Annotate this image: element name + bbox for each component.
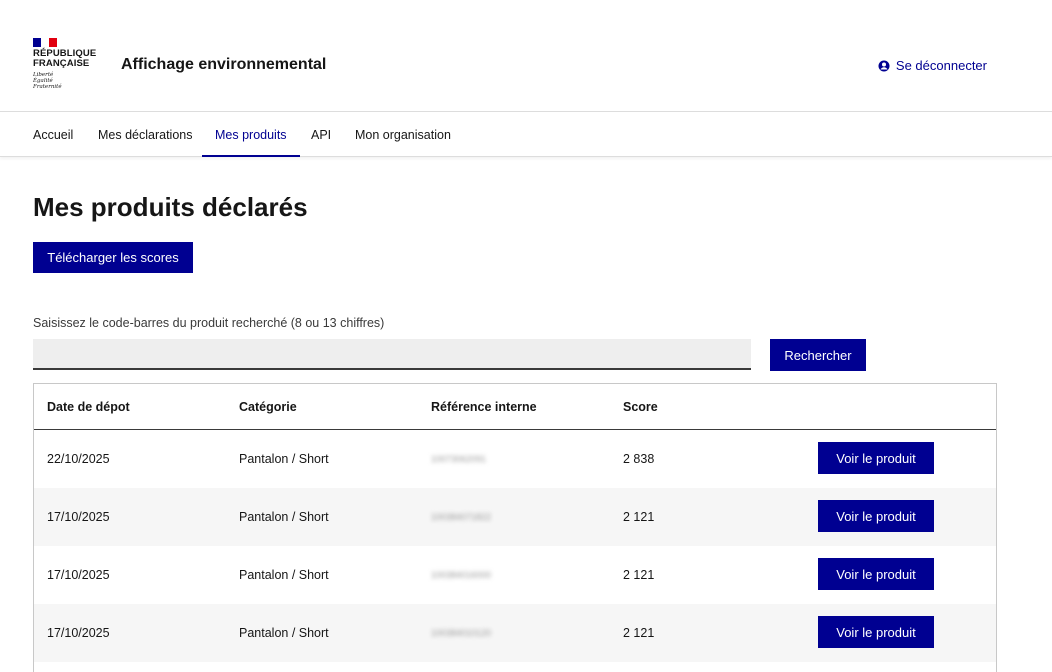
page-title: Mes produits déclarés: [33, 192, 308, 222]
row-date: 22/10/2025: [47, 452, 110, 466]
user-account-icon: [878, 60, 890, 71]
header-reference: Référence interne: [431, 399, 537, 414]
download-scores-button[interactable]: Télécharger les scores: [33, 242, 193, 273]
row-score: 2 121: [623, 568, 655, 582]
nav-item-accueil[interactable]: Accueil: [33, 113, 73, 157]
row-reference: 100384010120: [431, 628, 492, 638]
view-product-button[interactable]: Voir le produit: [818, 558, 934, 590]
table-row: 17/10/2025 Pantalon / Short 100384016000…: [34, 546, 996, 604]
row-category: Pantalon / Short: [239, 452, 329, 466]
motto-fraternite: Fraternité: [33, 84, 62, 90]
row-date: 17/10/2025: [47, 626, 110, 640]
nav-item-mes-produits[interactable]: Mes produits: [202, 113, 300, 157]
view-product-button[interactable]: Voir le produit: [818, 616, 934, 648]
row-date: 17/10/2025: [47, 510, 110, 524]
search-button[interactable]: Rechercher: [770, 339, 866, 371]
search-label: Saisissez le code-barres du produit rech…: [33, 316, 385, 330]
nav-item-mes-declarations[interactable]: Mes déclarations: [98, 113, 193, 157]
row-date: 17/10/2025: [47, 568, 110, 582]
row-category: Pantalon / Short: [239, 626, 329, 640]
header-score: Score: [623, 399, 658, 414]
logout-label: Se déconnecter: [895, 58, 987, 73]
row-score: 2 121: [623, 510, 655, 524]
view-product-button[interactable]: Voir le produit: [818, 442, 934, 474]
row-category: Pantalon / Short: [239, 510, 329, 524]
table-row: 17/10/2025 Pantalon / Short 100384010120…: [34, 604, 996, 662]
row-score: 2 121: [623, 626, 655, 640]
header-category: Catégorie: [239, 399, 297, 414]
row-category: Pantalon / Short: [239, 568, 329, 582]
row-reference: 100384071822: [431, 512, 492, 522]
main-navigation: Accueil Mes déclarations Mes produits AP…: [0, 113, 1052, 157]
table-row: 17/10/2025 Pantalon / Short 100384071822…: [34, 488, 996, 546]
logout-button[interactable]: Se déconnecter: [878, 58, 987, 73]
row-reference: 10073062091: [431, 454, 487, 464]
logo-line-2: FRANÇAISE: [33, 58, 90, 69]
row-reference: 100384016000: [431, 570, 492, 580]
nav-item-mon-organisation[interactable]: Mon organisation: [355, 113, 451, 157]
site-header: RÉPUBLIQUE FRANÇAISE Liberté Égalité Fra…: [0, 0, 1052, 112]
row-score: 2 838: [623, 452, 655, 466]
site-title[interactable]: Affichage environnemental: [121, 56, 326, 74]
nav-item-api[interactable]: API: [311, 113, 331, 157]
view-product-button[interactable]: Voir le produit: [818, 500, 934, 532]
products-table: Date de dépot Catégorie Référence intern…: [33, 383, 997, 672]
republique-francaise-logo[interactable]: RÉPUBLIQUE FRANÇAISE Liberté Égalité Fra…: [33, 38, 103, 98]
header-date: Date de dépot: [47, 399, 130, 414]
barcode-search-input[interactable]: [33, 339, 751, 370]
table-row: 22/10/2025 Pantalon / Short 10073062091 …: [34, 430, 996, 488]
logo-motto: Liberté Égalité Fraternité: [33, 72, 103, 90]
flag-icon: [33, 38, 57, 47]
table-header: Date de dépot Catégorie Référence intern…: [34, 384, 996, 430]
